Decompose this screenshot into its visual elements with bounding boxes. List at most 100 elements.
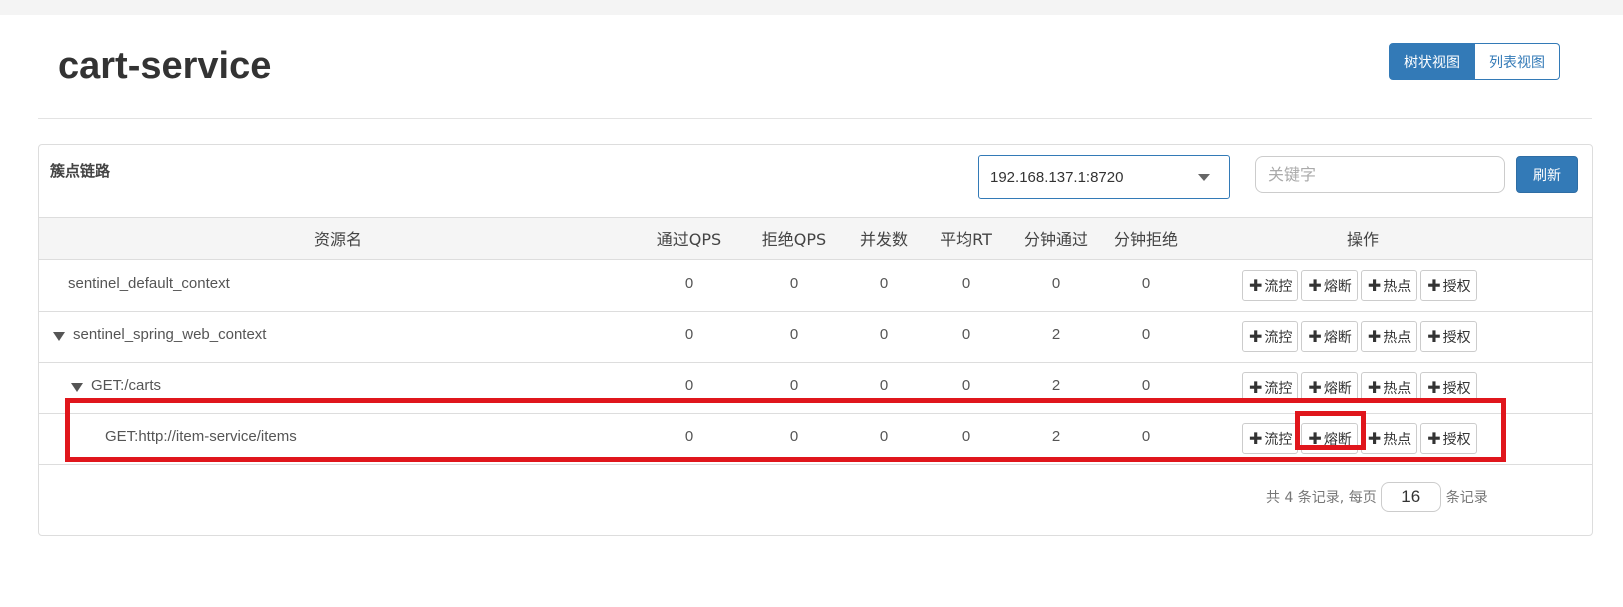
view-toggle: 树状视图 列表视图 — [1389, 43, 1560, 80]
flow-label: 流控 — [1264, 380, 1293, 397]
flow-rule-button[interactable]: ✚ 流控 — [1242, 270, 1299, 301]
concurrency-cell: 0 — [879, 326, 889, 343]
flow-rule-button[interactable]: ✚ 流控 — [1242, 423, 1299, 454]
hotspot-label: 热点 — [1383, 278, 1412, 295]
table-row: GET:/carts 0 0 0 0 2 0 ✚ 流控 ✚ 熔断 ✚ 热点 ✚ 授权 — [39, 363, 1592, 414]
degrade-label: 熔断 — [1323, 329, 1352, 346]
hotspot-label: 热点 — [1383, 329, 1412, 346]
machine-select[interactable]: 192.168.137.1:8720 — [978, 155, 1230, 199]
plus-icon: ✚ — [1427, 378, 1441, 397]
header-avg-rt: 平均RT — [940, 230, 992, 249]
hotspot-rule-button[interactable]: ✚ 热点 — [1360, 423, 1418, 454]
resource-name: GET:/carts — [91, 377, 162, 394]
table-header: 资源名 通过QPS 拒绝QPS 并发数 平均RT 分钟通过 分钟拒绝 操作 — [39, 217, 1592, 260]
hotspot-rule-button[interactable]: ✚ 热点 — [1360, 372, 1418, 403]
page-size-input[interactable] — [1380, 482, 1441, 512]
header-minute-block: 分钟拒绝 — [1113, 230, 1178, 249]
hotspot-label: 热点 — [1383, 380, 1412, 397]
degrade-rule-button[interactable]: ✚ 熔断 — [1301, 321, 1358, 352]
auth-label: 授权 — [1442, 431, 1471, 448]
pass-qps-cell: 0 — [684, 377, 694, 394]
pass-qps-cell: 0 — [684, 275, 694, 292]
plus-icon: ✚ — [1427, 276, 1441, 295]
plus-icon: ✚ — [1427, 429, 1441, 448]
hotspot-rule-button[interactable]: ✚ 热点 — [1360, 321, 1418, 352]
resource-name: sentinel_default_context — [68, 275, 230, 292]
minute-block-cell: 0 — [1141, 377, 1151, 394]
row-actions: ✚ 流控 ✚ 熔断 ✚ 热点 ✚ 授权 — [1242, 423, 1477, 454]
plus-icon: ✚ — [1308, 429, 1322, 448]
flow-label: 流控 — [1264, 278, 1293, 295]
header-concurrency: 并发数 — [859, 230, 908, 249]
minute-pass-cell: 2 — [1051, 428, 1061, 445]
minute-pass-cell: 2 — [1051, 377, 1061, 394]
plus-icon: ✚ — [1367, 429, 1382, 448]
minute-pass-cell: 0 — [1051, 275, 1061, 292]
degrade-label: 熔断 — [1323, 278, 1352, 295]
degrade-rule-button[interactable]: ✚ 熔断 — [1301, 270, 1358, 301]
pass-qps-cell: 0 — [684, 326, 694, 343]
resource-name: GET:http://item-service/items — [105, 428, 297, 445]
plus-icon: ✚ — [1367, 378, 1382, 397]
table-row: sentinel_spring_web_context 0 0 0 0 2 0 … — [39, 312, 1592, 363]
resource-name-cell[interactable]: GET:/carts — [71, 377, 161, 394]
plus-icon: ✚ — [1249, 378, 1263, 397]
search-input[interactable] — [1255, 156, 1505, 193]
degrade-label: 熔断 — [1323, 380, 1352, 397]
pass-qps-cell: 0 — [684, 428, 694, 445]
auth-rule-button[interactable]: ✚ 授权 — [1420, 372, 1477, 403]
plus-icon: ✚ — [1308, 276, 1322, 295]
plus-icon: ✚ — [1367, 276, 1382, 295]
plus-icon: ✚ — [1249, 327, 1263, 346]
auth-label: 授权 — [1442, 380, 1471, 397]
pagination: 共 4 条记录, 每页 条记录 — [1266, 482, 1488, 512]
flow-rule-button[interactable]: ✚ 流控 — [1242, 372, 1299, 403]
resource-name-cell[interactable]: sentinel_spring_web_context — [53, 326, 266, 343]
auth-label: 授权 — [1442, 329, 1471, 346]
machine-select-value: 192.168.137.1:8720 — [990, 168, 1124, 186]
header-pass-qps: 通过QPS — [656, 230, 722, 249]
hotspot-label: 热点 — [1383, 431, 1412, 448]
row-actions: ✚ 流控 ✚ 熔断 ✚ 热点 ✚ 授权 — [1242, 270, 1477, 301]
panel-title: 簇点链路 — [50, 162, 111, 180]
degrade-rule-button[interactable]: ✚ 熔断 — [1301, 372, 1358, 403]
title-divider — [38, 118, 1592, 119]
page: cart-service 树状视图 列表视图 簇点链路 192.168.137.… — [0, 15, 1623, 607]
plus-icon: ✚ — [1308, 327, 1322, 346]
header-resource: 资源名 — [313, 230, 362, 249]
avg-rt-cell: 0 — [961, 326, 971, 343]
flow-rule-button[interactable]: ✚ 流控 — [1242, 321, 1299, 352]
block-qps-cell: 0 — [789, 428, 799, 445]
auth-label: 授权 — [1442, 278, 1471, 295]
page-title: cart-service — [58, 45, 272, 87]
auth-rule-button[interactable]: ✚ 授权 — [1420, 270, 1477, 301]
expand-triangle-icon[interactable] — [71, 383, 83, 392]
refresh-button[interactable]: 刷新 — [1516, 156, 1578, 193]
auth-rule-button[interactable]: ✚ 授权 — [1420, 423, 1477, 454]
header-ops: 操作 — [1346, 230, 1379, 249]
block-qps-cell: 0 — [789, 377, 799, 394]
flow-label: 流控 — [1264, 431, 1293, 448]
header-block-qps: 拒绝QPS — [761, 230, 827, 249]
header-minute-pass: 分钟通过 — [1023, 230, 1088, 249]
row-actions: ✚ 流控 ✚ 熔断 ✚ 热点 ✚ 授权 — [1242, 372, 1477, 403]
degrade-rule-button[interactable]: ✚ 熔断 — [1301, 423, 1358, 454]
avg-rt-cell: 0 — [961, 428, 971, 445]
chevron-down-icon — [1198, 174, 1210, 181]
minute-block-cell: 0 — [1141, 275, 1151, 292]
plus-icon: ✚ — [1308, 378, 1322, 397]
plus-icon: ✚ — [1249, 276, 1263, 295]
block-qps-cell: 0 — [789, 275, 799, 292]
expand-triangle-icon[interactable] — [53, 332, 65, 341]
plus-icon: ✚ — [1249, 429, 1263, 448]
hotspot-rule-button[interactable]: ✚ 热点 — [1360, 270, 1418, 301]
auth-rule-button[interactable]: ✚ 授权 — [1420, 321, 1477, 352]
tree-view-button[interactable]: 树状视图 — [1389, 43, 1475, 80]
pagination-suffix: 条记录 — [1445, 490, 1488, 506]
row-actions: ✚ 流控 ✚ 熔断 ✚ 热点 ✚ 授权 — [1242, 321, 1477, 352]
block-qps-cell: 0 — [789, 326, 799, 343]
pagination-total: 共 4 条记录, 每页 — [1266, 490, 1377, 506]
concurrency-cell: 0 — [879, 377, 889, 394]
flow-label: 流控 — [1264, 329, 1293, 346]
list-view-button[interactable]: 列表视图 — [1475, 43, 1560, 80]
